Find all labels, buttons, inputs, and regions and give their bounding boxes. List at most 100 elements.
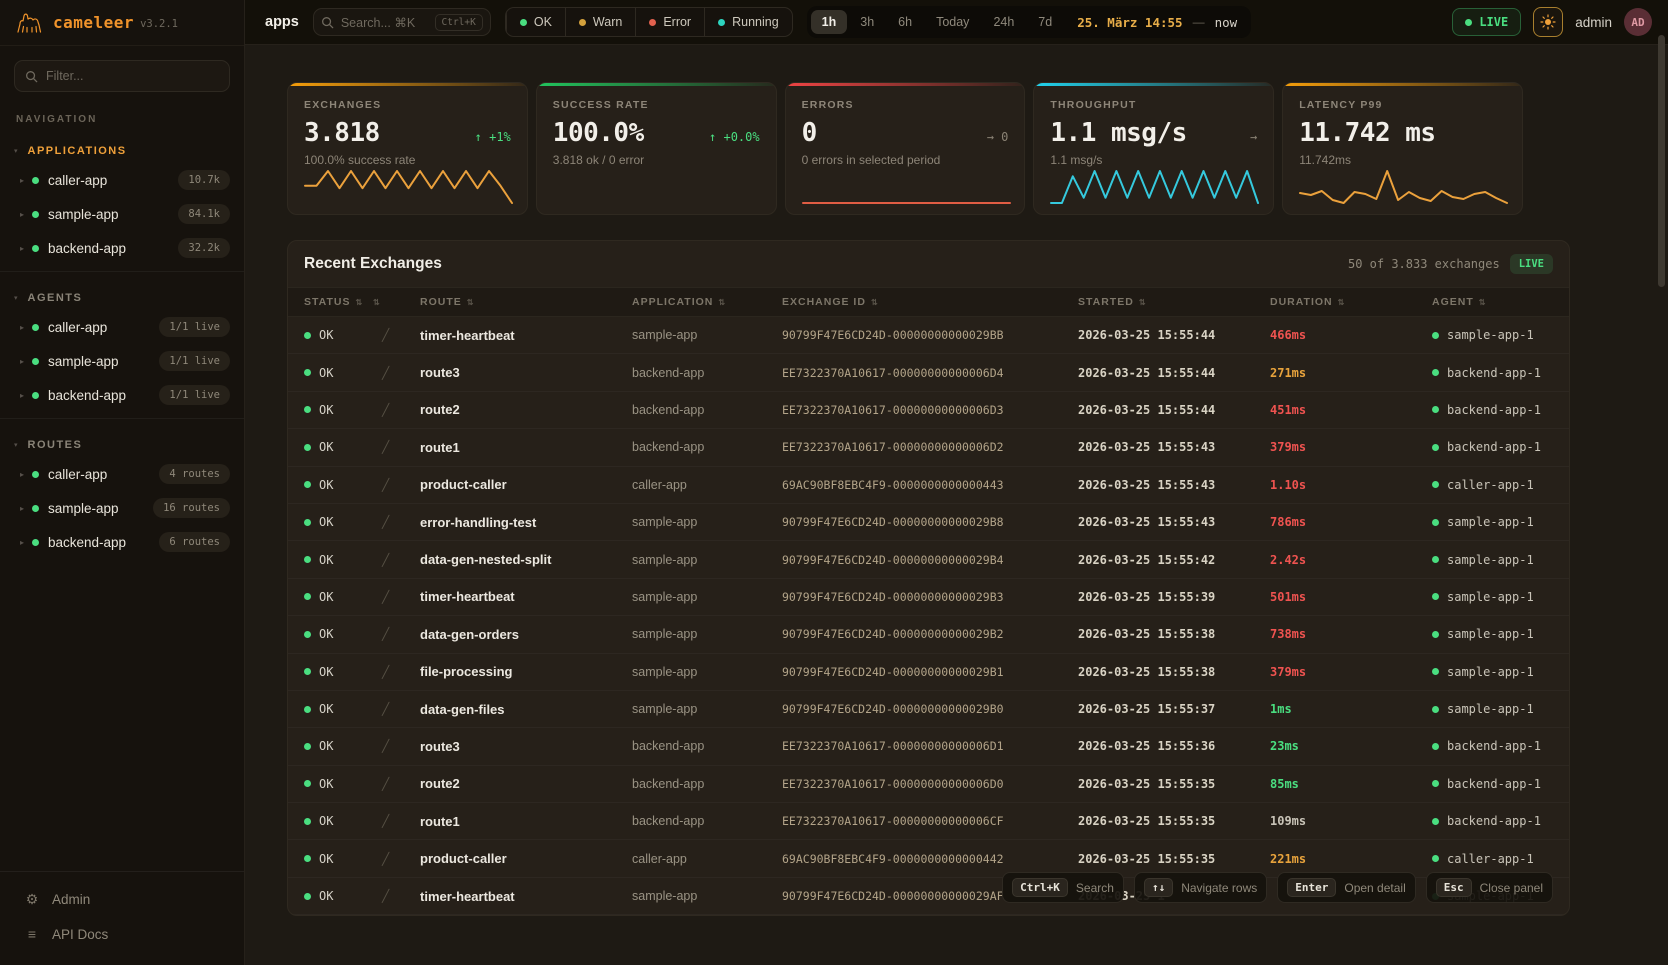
exchange-id-cell: 69AC90BF8EBC4F9-0000000000000442 — [782, 852, 1078, 866]
column-header[interactable]: STATUS ⇅ — [304, 296, 368, 308]
table-row[interactable]: OK ╱ route2 backend-app EE7322370A10617-… — [288, 392, 1569, 429]
stat-card-label: LATENCY P99 — [1299, 99, 1506, 111]
scrollbar[interactable] — [1658, 35, 1666, 955]
sidebar-item[interactable]: ▸ backend-app 1/1 live — [0, 378, 244, 412]
footer-item-label: API Docs — [52, 927, 108, 942]
time-range-button[interactable]: Today — [925, 10, 980, 34]
theme-toggle-button[interactable] — [1533, 7, 1563, 37]
status-dot-icon — [304, 780, 311, 787]
delta-arrow-icon: → — [987, 130, 994, 144]
column-header[interactable]: ROUTE ⇅ — [420, 296, 632, 308]
table-row[interactable]: OK ╱ timer-heartbeat sample-app 90799F47… — [288, 317, 1569, 354]
app-version: v3.2.1 — [140, 18, 178, 30]
duration-cell: 1.10s — [1270, 478, 1432, 492]
exchange-id-cell: EE7322370A10617-00000000000006D3 — [782, 403, 1078, 417]
sidebar-item[interactable]: ▸ caller-app 1/1 live — [0, 310, 244, 344]
sidebar-item[interactable]: ▸ sample-app 84.1k — [0, 197, 244, 231]
started-cell: 2026-03-25 15:55:43 — [1078, 515, 1270, 529]
card-accent-bar — [1283, 83, 1522, 86]
status-dot-icon — [304, 818, 311, 825]
stat-card-label: THROUGHPUT — [1050, 99, 1257, 111]
live-dot-icon — [1465, 19, 1472, 26]
sidebar-item-label: backend-app — [48, 535, 126, 550]
column-header[interactable]: AGENT ⇅ — [1432, 296, 1553, 308]
status-dot-icon — [304, 706, 311, 713]
table-title: Recent Exchanges — [304, 255, 442, 273]
time-range-button[interactable]: 6h — [887, 10, 923, 34]
status-cell: OK — [319, 590, 333, 604]
sidebar-item[interactable]: ▸ backend-app 6 routes — [0, 525, 244, 559]
status-dot-icon — [304, 631, 311, 638]
sidebar-footer-item[interactable]: ⚙ Admin — [0, 882, 244, 917]
table-row[interactable]: OK ╱ product-caller caller-app 69AC90BF8… — [288, 467, 1569, 504]
agent-cell: caller-app-1 — [1447, 478, 1534, 492]
table-row[interactable]: OK ╱ route3 backend-app EE7322370A10617-… — [288, 728, 1569, 765]
table-row[interactable]: OK ╱ route1 backend-app EE7322370A10617-… — [288, 429, 1569, 466]
nav-section-header[interactable]: ▾ ROUTES — [0, 433, 244, 457]
duration-cell: 23ms — [1270, 739, 1432, 753]
time-range-button[interactable]: 3h — [849, 10, 885, 34]
avatar[interactable]: AD — [1624, 8, 1652, 36]
status-dot-icon — [304, 743, 311, 750]
table-row[interactable]: OK ╱ route2 backend-app EE7322370A10617-… — [288, 766, 1569, 803]
nav-section: ▾ AGENTS ▸ caller-app 1/1 live — [0, 276, 244, 419]
status-filter-label: Running — [732, 15, 779, 29]
scrollbar-thumb[interactable] — [1658, 35, 1665, 287]
filter-input[interactable]: Filter... — [14, 60, 230, 92]
sidebar-item[interactable]: ▸ caller-app 4 routes — [0, 457, 244, 491]
live-badge[interactable]: LIVE — [1452, 8, 1521, 36]
search-input[interactable]: Search... ⌘K Ctrl+K — [313, 8, 491, 36]
table-row[interactable]: OK ╱ file-processing sample-app 90799F47… — [288, 654, 1569, 691]
status-filter-button[interactable]: Warn — [565, 8, 635, 36]
nav-section-label: APPLICATIONS — [28, 145, 127, 157]
time-range-button[interactable]: 24h — [982, 10, 1025, 34]
column-header[interactable]: APPLICATION ⇅ — [632, 296, 782, 308]
stat-card: ERRORS 0 → 0 0 errors in selected period — [785, 82, 1026, 215]
route-cell: product-caller — [420, 477, 632, 492]
status-filter-button[interactable]: Error — [635, 8, 704, 36]
column-header[interactable]: DURATION ⇅ — [1270, 296, 1432, 308]
table-row[interactable]: OK ╱ route1 backend-app EE7322370A10617-… — [288, 803, 1569, 840]
chevron-down-icon: ▾ — [14, 147, 18, 155]
status-dot-icon — [32, 324, 39, 331]
agent-cell: backend-app-1 — [1447, 403, 1541, 417]
status-cell: OK — [319, 665, 333, 679]
status-dot-icon — [32, 358, 39, 365]
table-row[interactable]: OK ╱ data-gen-orders sample-app 90799F47… — [288, 616, 1569, 653]
agent-dot-icon — [1432, 593, 1439, 600]
datetime-end-label: now — [1215, 15, 1238, 30]
sidebar-item[interactable]: ▸ backend-app 32.2k — [0, 231, 244, 265]
table-row[interactable]: OK ╱ route3 backend-app EE7322370A10617-… — [288, 354, 1569, 391]
sidebar-item[interactable]: ▸ caller-app 10.7k — [0, 163, 244, 197]
route-direction-icon: ╱ — [368, 627, 420, 641]
table-row[interactable]: OK ╱ data-gen-nested-split sample-app 90… — [288, 541, 1569, 578]
sidebar-item-label: caller-app — [48, 467, 107, 482]
route-direction-icon: ╱ — [368, 328, 420, 342]
sidebar-item[interactable]: ▸ sample-app 16 routes — [0, 491, 244, 525]
table-row[interactable]: OK ╱ data-gen-files sample-app 90799F47E… — [288, 691, 1569, 728]
chevron-right-icon: ▸ — [20, 357, 32, 366]
agent-dot-icon — [1432, 668, 1439, 675]
nav-section-header[interactable]: ▾ AGENTS — [0, 286, 244, 310]
column-header[interactable]: ⇅ — [368, 298, 420, 307]
table-row[interactable]: OK ╱ error-handling-test sample-app 9079… — [288, 504, 1569, 541]
sidebar-item[interactable]: ▸ sample-app 1/1 live — [0, 344, 244, 378]
time-range-button[interactable]: 7d — [1027, 10, 1063, 34]
status-filter-button[interactable]: Running — [704, 8, 792, 36]
column-header[interactable]: STARTED ⇅ — [1078, 296, 1270, 308]
sort-icon: ⇅ — [373, 298, 381, 307]
table-row[interactable]: OK ╱ timer-heartbeat sample-app 90799F47… — [288, 579, 1569, 616]
stat-card-label: ERRORS — [802, 99, 1009, 111]
nav-section-header[interactable]: ▾ APPLICATIONS — [0, 139, 244, 163]
chevron-right-icon: ▸ — [20, 176, 32, 185]
duration-cell: 2.42s — [1270, 553, 1432, 567]
time-range-button[interactable]: 1h — [811, 10, 848, 34]
sidebar-footer-item[interactable]: ≡ API Docs — [0, 917, 244, 951]
exchange-id-cell: EE7322370A10617-00000000000006D2 — [782, 440, 1078, 454]
search-icon — [25, 70, 38, 83]
exchange-id-cell: EE7322370A10617-00000000000006D0 — [782, 777, 1078, 791]
column-header[interactable]: EXCHANGE ID ⇅ — [782, 296, 1078, 308]
stat-card-delta: → 0 — [987, 130, 1009, 144]
status-filter-button[interactable]: OK — [506, 8, 565, 36]
agent-cell: sample-app-1 — [1447, 328, 1534, 342]
